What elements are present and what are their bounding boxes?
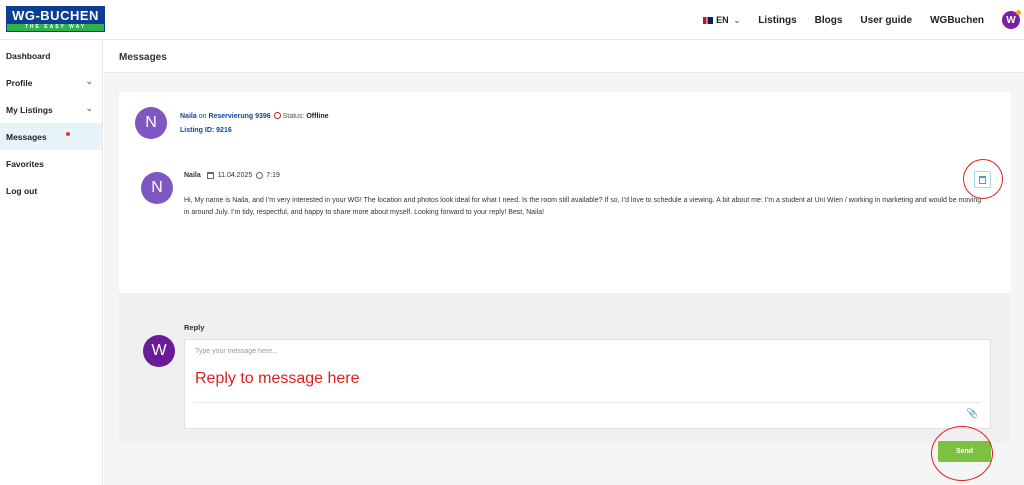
- uk-flag-icon: [703, 16, 714, 24]
- sidebar-item-label: My Listings: [6, 104, 53, 115]
- language-label: EN: [716, 15, 729, 25]
- language-selector[interactable]: EN ⌄: [703, 15, 740, 25]
- annotation-reply-text: Reply to message here: [195, 370, 360, 387]
- message-avatar: N: [141, 172, 173, 204]
- message-thread: N Naila on Reservierung 9396 Status: Off…: [119, 92, 1011, 293]
- chevron-down-icon: ⌄: [85, 103, 93, 113]
- status-label: Status:: [282, 113, 305, 120]
- message-avatar-initial: N: [151, 179, 163, 196]
- contact-name[interactable]: Naila: [180, 113, 197, 120]
- contact-avatar-initial: N: [145, 114, 157, 131]
- sidebar-item-label: Dashboard: [6, 50, 51, 61]
- sidebar-item-my-listings[interactable]: My Listings ⌄: [0, 96, 102, 123]
- reply-label: Reply: [184, 323, 205, 332]
- message-date: 11.04.2025: [217, 172, 253, 179]
- sidebar-item-label: Messages: [6, 131, 47, 142]
- sidebar-item-favorites[interactable]: Favorites: [0, 150, 102, 177]
- page-header: Messages: [104, 40, 1024, 73]
- reply-box: Reply to message here 📎: [184, 339, 991, 429]
- message-time: 7:19: [266, 172, 280, 179]
- nav-user-guide[interactable]: User guide: [860, 15, 912, 26]
- delete-message-button[interactable]: [974, 171, 991, 188]
- unread-dot: [66, 132, 70, 136]
- nav-links: EN ⌄ Listings Blogs User guide WGBuchen …: [703, 0, 1024, 40]
- sidebar-item-profile[interactable]: Profile ⌄: [0, 69, 102, 96]
- clock-icon: [256, 172, 264, 179]
- calendar-icon: [206, 172, 214, 179]
- logo-tagline: THE EASY WAY: [7, 24, 104, 31]
- nav-wgbuchen[interactable]: WGBuchen: [930, 15, 984, 26]
- reply-section: W Reply Reply to message here 📎 Send: [119, 293, 1011, 481]
- send-button[interactable]: Send: [938, 441, 991, 462]
- nav-listings[interactable]: Listings: [758, 15, 796, 26]
- user-avatar[interactable]: W: [1002, 10, 1021, 29]
- sidebar-item-dashboard[interactable]: Dashboard: [0, 42, 102, 69]
- sidebar-item-messages[interactable]: Messages: [0, 123, 102, 150]
- top-navbar: WG-BUCHEN THE EASY WAY EN ⌄ Listings Blo…: [0, 0, 1024, 40]
- listing-id[interactable]: Listing ID: 9216: [180, 127, 232, 134]
- message-sender: Naila: [184, 172, 201, 179]
- reply-avatar: W: [143, 335, 175, 367]
- main-content: Messages N Naila on Reservierung 9396 St…: [104, 40, 1024, 485]
- conversation-header: Naila on Reservierung 9396 Status: Offli…: [180, 112, 329, 120]
- user-avatar-initial: W: [1006, 14, 1016, 26]
- reply-input[interactable]: [195, 348, 975, 355]
- on-text: on: [198, 113, 207, 120]
- sidebar-item-label: Log out: [6, 185, 38, 196]
- notification-dot: [1016, 10, 1021, 15]
- status-value: Offline: [306, 113, 329, 120]
- page-title: Messages: [119, 52, 167, 63]
- sidebar: Dashboard Profile ⌄ My Listings ⌄ Messag…: [0, 40, 103, 485]
- message-body: Hi, My name is Naila, and I’m very inter…: [184, 197, 982, 216]
- sidebar-item-label: Profile: [6, 77, 33, 88]
- reply-divider: [195, 402, 980, 403]
- chevron-down-icon: ⌄: [733, 15, 741, 25]
- nav-blogs[interactable]: Blogs: [815, 15, 843, 26]
- logo-title: WG-BUCHEN: [7, 7, 104, 24]
- paperclip-icon[interactable]: 📎: [967, 408, 978, 419]
- sidebar-item-label: Favorites: [6, 158, 44, 169]
- contact-avatar: N: [135, 107, 167, 139]
- chevron-down-icon: ⌄: [85, 76, 93, 86]
- reply-avatar-initial: W: [151, 342, 167, 359]
- wg-buchen-logo[interactable]: WG-BUCHEN THE EASY WAY: [6, 6, 105, 32]
- status-indicator-icon: [273, 112, 281, 119]
- sidebar-item-logout[interactable]: Log out: [0, 177, 102, 204]
- trash-icon: [979, 175, 986, 184]
- listing-title[interactable]: Reservierung 9396: [208, 113, 270, 120]
- message-meta: Naila 11.04.2025 7:19: [184, 172, 280, 179]
